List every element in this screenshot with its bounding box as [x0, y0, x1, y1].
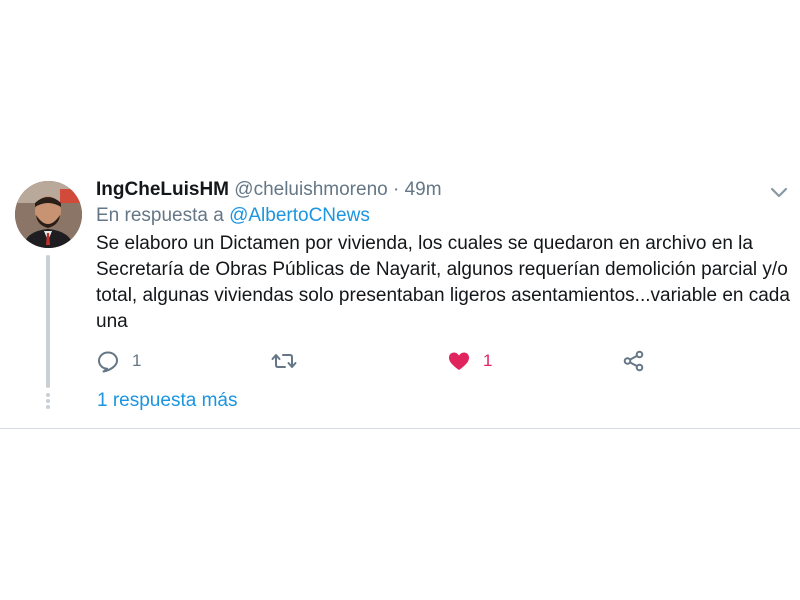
more-replies-link[interactable]: 1 respuesta más	[97, 389, 237, 413]
share-icon	[623, 350, 644, 372]
divider	[0, 428, 800, 429]
avatar-photo	[15, 181, 82, 248]
tweet-header: IngCheLuisHM @cheluishmoreno · 49m	[96, 178, 442, 202]
user-handle[interactable]: @cheluishmoreno	[234, 179, 387, 200]
avatar[interactable]	[15, 181, 82, 248]
heart-icon	[449, 352, 469, 370]
display-name[interactable]: IngCheLuisHM	[96, 179, 229, 200]
tweet[interactable]: IngCheLuisHM @cheluishmoreno · 49m En re…	[0, 0, 800, 600]
reply-mention-link[interactable]: @AlbertoCNews	[229, 205, 370, 226]
thread-line	[46, 255, 50, 388]
share-button[interactable]	[622, 347, 646, 375]
reply-count: 1	[132, 351, 142, 370]
reply-button[interactable]: 1	[96, 347, 141, 375]
reply-prefix: En respuesta a	[96, 205, 224, 226]
timestamp[interactable]: 49m	[405, 179, 442, 200]
retweet-button[interactable]	[271, 347, 297, 375]
tweet-text: Se elaboro un Dictamen por vivienda, los…	[96, 233, 790, 332]
separator: ·	[392, 179, 400, 200]
like-button[interactable]: 1	[447, 347, 492, 375]
like-count: 1	[483, 351, 493, 370]
chevron-down-icon[interactable]	[768, 184, 790, 200]
reply-context: En respuesta a @AlbertoCNews	[96, 204, 370, 228]
thread-dots	[46, 393, 50, 411]
retweet-icon	[271, 354, 297, 368]
reply-icon	[98, 351, 118, 373]
